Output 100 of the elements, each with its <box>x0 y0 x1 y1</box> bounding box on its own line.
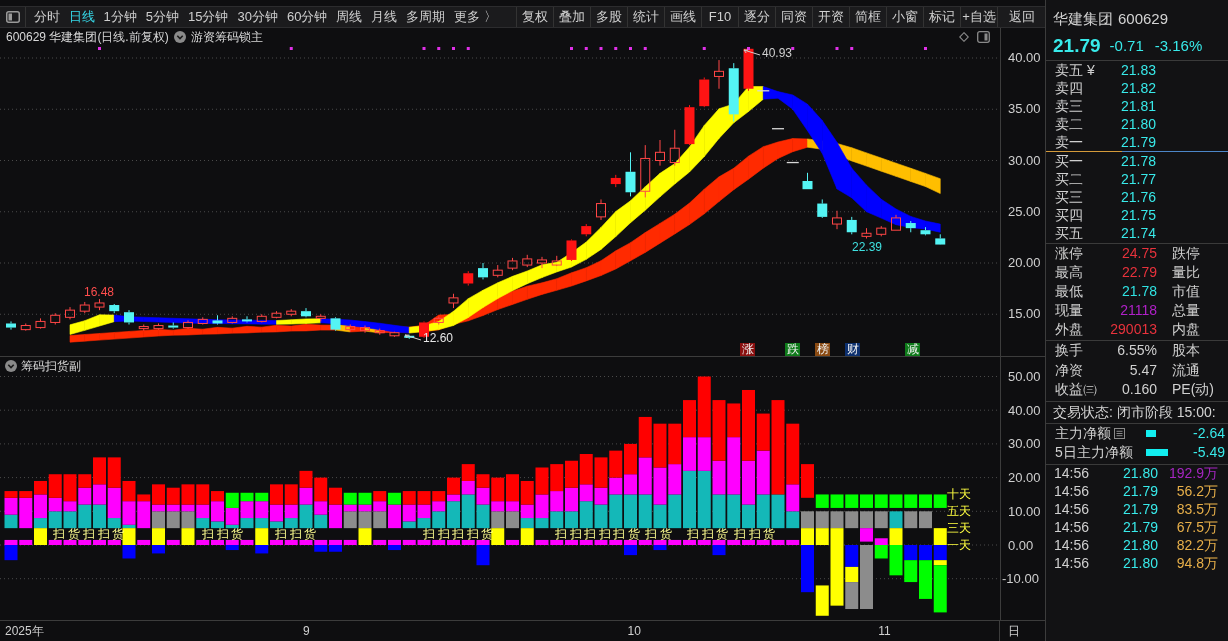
period-tab[interactable]: 60分钟 <box>282 7 332 27</box>
tick-time: 14:56 <box>1054 500 1091 519</box>
change-percent: -3.16% <box>1154 35 1203 56</box>
period-tab[interactable]: 15分钟 <box>183 7 233 27</box>
tick-price: 21.80 <box>1121 536 1158 555</box>
order-price: 21.80 <box>1121 114 1157 134</box>
diamond-icon[interactable] <box>959 32 969 42</box>
toolbar-button[interactable]: +自选 <box>960 7 997 27</box>
order-level-label: 买二 <box>1055 169 1084 189</box>
back-button[interactable]: 返回 <box>997 7 1045 27</box>
order-price: 21.81 <box>1121 96 1157 116</box>
toolbar-button[interactable]: 标记 <box>923 7 960 27</box>
stat-label: 收益㈢ <box>1055 380 1095 400</box>
list-icon[interactable] <box>1114 427 1125 439</box>
chevron-down-icon[interactable] <box>5 359 17 372</box>
stat-label: 最低 <box>1055 282 1084 301</box>
tick-price: 21.79 <box>1121 518 1158 537</box>
axis-label: 20.00 <box>1008 255 1041 271</box>
order-level-label: 卖五 ¥ <box>1055 60 1096 80</box>
tick-price: 21.79 <box>1121 500 1158 519</box>
stage-label: 十天 <box>947 487 971 501</box>
order-level-label: 卖二 <box>1055 114 1084 134</box>
stat-value: 24.75 <box>1120 244 1157 263</box>
signal-tag: 涨 <box>740 343 755 356</box>
toolbar-button[interactable]: 画线 <box>664 7 701 27</box>
period-tab[interactable]: 分时 <box>29 7 64 27</box>
period-tab[interactable]: 多周期 <box>401 7 450 27</box>
period-tab[interactable]: 日线 <box>64 7 99 27</box>
stat-value: 290013 <box>1109 320 1157 339</box>
stat-label: 跌停 <box>1172 244 1200 263</box>
stat-label: 涨停 <box>1055 244 1084 263</box>
arrow-icon <box>404 334 422 342</box>
stock-code: 600629 <box>1118 8 1169 29</box>
price-label: 12.60 <box>423 331 454 345</box>
tick-volume: 82.2万 <box>1175 536 1218 555</box>
toolbar-button[interactable]: F10 <box>701 7 738 27</box>
period-tab[interactable]: 周线 <box>331 7 367 27</box>
date-label: 11 <box>878 624 891 638</box>
stage-label: 五天 <box>947 504 971 518</box>
tick-time: 14:56 <box>1054 554 1091 573</box>
order-level-label: 买一 <box>1055 151 1084 171</box>
toolbar-button[interactable]: 复权 <box>516 7 553 27</box>
toolbar-button[interactable]: 逐分 <box>738 7 775 27</box>
order-price: 21.79 <box>1121 132 1157 152</box>
axis-label: 30.00 <box>1008 152 1041 169</box>
signal-label: 扫扫扫扫扫货 <box>555 527 642 541</box>
period-tab[interactable]: 1分钟 <box>99 7 142 27</box>
price-label: 40.93 <box>762 46 793 60</box>
toolbar-button[interactable]: 叠加 <box>553 7 590 27</box>
period-tab[interactable]: 更多 〉 <box>449 7 502 27</box>
order-price: 21.74 <box>1121 223 1157 243</box>
panel-icon[interactable] <box>977 31 990 43</box>
arrow-icon <box>743 49 761 57</box>
date-label: 2025年 <box>5 624 44 638</box>
tick-price: 21.80 <box>1121 464 1158 483</box>
order-price: 21.82 <box>1121 78 1157 98</box>
toolbar-button[interactable]: 简框 <box>849 7 886 27</box>
tick-volume: 56.2万 <box>1175 482 1218 501</box>
toolbar-button[interactable]: 多股 <box>590 7 627 27</box>
flow-label: 5日主力净额 <box>1055 442 1133 462</box>
toolbar-button[interactable]: 开资 <box>812 7 849 27</box>
price-label: 22.39 <box>852 240 883 254</box>
stat-label: 市值 <box>1172 282 1200 301</box>
toolbar-button[interactable]: 小窗 <box>886 7 923 27</box>
signal-label: 扫货 <box>645 527 674 541</box>
stock-name: 华建集团 <box>1053 8 1113 29</box>
period-tab[interactable]: 30分钟 <box>232 7 283 27</box>
toolbar-button[interactable]: 统计 <box>627 7 664 27</box>
axis-label: 25.00 <box>1008 203 1041 220</box>
stat-label: 流通 <box>1172 360 1200 380</box>
stage-label: 一天 <box>947 538 971 552</box>
date-label: 10 <box>627 624 641 638</box>
toolbar-button[interactable]: 同资 <box>775 7 812 27</box>
order-level-label: 卖三 <box>1055 96 1084 116</box>
period-tab[interactable]: 5分钟 <box>141 7 184 27</box>
order-level-label: 卖四 <box>1055 78 1084 98</box>
sidebar-toggle-icon[interactable] <box>5 11 20 23</box>
chevron-down-icon[interactable] <box>173 31 186 43</box>
stat-label: 换手 <box>1055 341 1084 361</box>
axis-label: 10.00 <box>1008 503 1041 520</box>
stat-value: 22.79 <box>1120 263 1157 282</box>
period-tab[interactable]: 月线 <box>366 7 402 27</box>
stat-label: 总量 <box>1172 301 1200 320</box>
axis-label: 20.00 <box>1008 470 1041 487</box>
stat-label: 现量 <box>1055 301 1084 320</box>
stat-value: 21118 <box>1119 301 1157 320</box>
order-price: 21.76 <box>1121 187 1157 207</box>
sub-chart-title: 筹码扫货副 <box>21 357 81 375</box>
signal-label: 扫扫货 <box>275 527 319 541</box>
tick-price: 21.79 <box>1121 482 1158 501</box>
axis-label: 0.00 <box>1008 537 1034 554</box>
axis-label: 40.00 <box>1008 402 1041 419</box>
axis-label: 30.00 <box>1008 436 1041 453</box>
signal-tag: 跌 <box>785 343 800 356</box>
order-level-label: 买四 <box>1055 205 1084 225</box>
signal-label: 扫货 <box>53 527 82 541</box>
tick-price: 21.80 <box>1121 554 1158 573</box>
period-unit-label: 日 <box>1008 623 1021 640</box>
order-level-label: 卖一 <box>1055 132 1084 152</box>
signal-label: 扫扫货 <box>202 527 246 541</box>
